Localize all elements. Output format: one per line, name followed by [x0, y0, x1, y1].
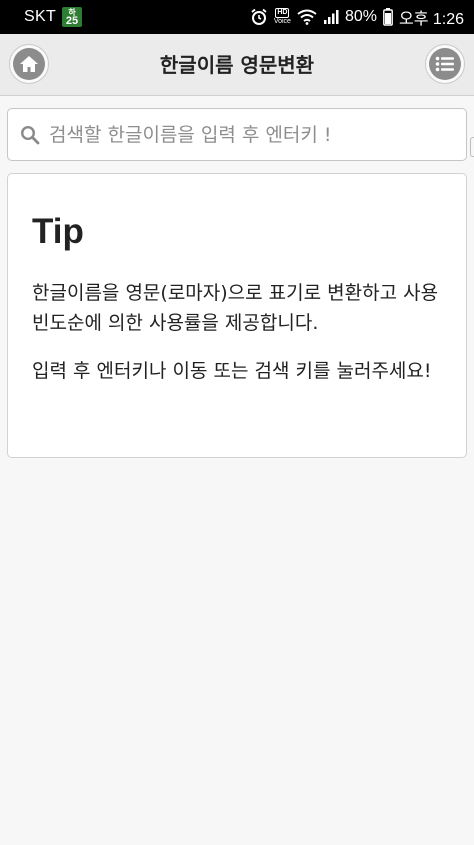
home-button[interactable]	[9, 44, 49, 84]
menu-button[interactable]	[425, 44, 465, 84]
battery-icon	[383, 8, 393, 26]
tip-paragraph-1: 한글이름을 영문(로마자)으로 표기로 변환하고 사용 빈도순에 의한 사용률을…	[32, 282, 439, 334]
list-menu-icon	[429, 48, 461, 80]
signal-icon	[323, 9, 339, 25]
hd-label: HD	[275, 8, 290, 18]
carrier-label: SKT	[24, 8, 57, 25]
battery-percent: 80%	[344, 8, 377, 25]
search-icon	[20, 125, 40, 145]
clock: 오후 1:26	[398, 11, 464, 28]
status-left: SKT 하 25	[24, 7, 83, 27]
alarm-icon	[250, 8, 268, 26]
notification-badge-icon: 하 25	[62, 7, 83, 27]
tip-title: Tip	[32, 212, 84, 251]
status-bar: SKT 하 25 HD Voice 80% 오후 1:26	[0, 0, 474, 34]
badge-bottom-text: 25	[65, 15, 79, 27]
search-input[interactable]	[49, 123, 466, 146]
tip-paragraph-2: 입력 후 엔터키나 이동 또는 검색 키를 눌러주세요!	[32, 360, 432, 382]
page-title: 한글이름 영문변환	[159, 53, 315, 77]
tip-card: Tip 한글이름을 영문(로마자)으로 표기로 변환하고 사용 빈도순에 의한 …	[7, 173, 467, 458]
scroll-indicator	[470, 137, 474, 157]
search-box[interactable]	[7, 108, 467, 161]
app-header: 한글이름 영문변환	[0, 34, 474, 96]
home-icon	[13, 48, 45, 80]
status-right: HD Voice 80% 오후 1:26	[250, 5, 464, 29]
wifi-icon	[297, 9, 317, 25]
voice-label: Voice	[273, 18, 291, 25]
hd-voice-icon: HD Voice	[274, 8, 291, 26]
